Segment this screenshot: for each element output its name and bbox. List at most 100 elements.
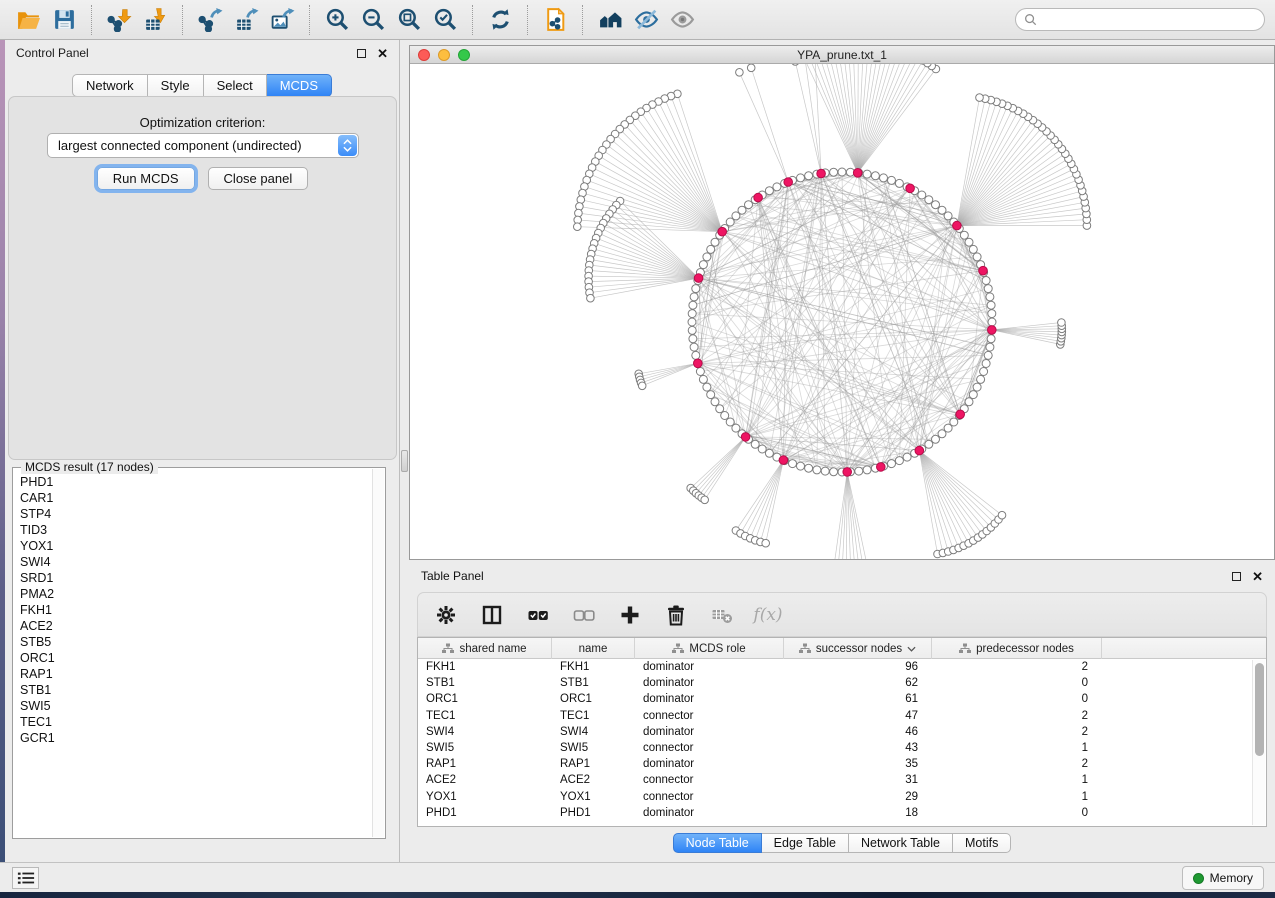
tab-motifs[interactable]: Motifs — [953, 833, 1011, 853]
table-cell: 47 — [784, 710, 932, 722]
select-all-icon — [526, 603, 550, 627]
table-close-panel-icon[interactable]: ✕ — [1252, 572, 1263, 581]
criterion-select-value: largest connected component (undirected) — [58, 138, 302, 153]
settings-button[interactable] — [430, 599, 462, 631]
status-bar: Memory — [0, 862, 1275, 892]
toolbar-separator — [91, 5, 92, 35]
column-header-predecessor-nodes[interactable]: predecessor nodes — [932, 638, 1102, 659]
column-header-shared-name[interactable]: shared name — [418, 638, 552, 659]
network-from-document-icon — [543, 7, 568, 32]
float-panel-icon[interactable] — [357, 49, 366, 58]
tab-edge-table[interactable]: Edge Table — [762, 833, 849, 853]
task-history-button[interactable] — [12, 867, 39, 889]
show-all-button[interactable] — [664, 3, 700, 37]
mcds-result-item[interactable]: STP4 — [20, 506, 371, 522]
zoom-out-button[interactable] — [355, 3, 391, 37]
export-image-button[interactable] — [264, 3, 300, 37]
split-view-button[interactable] — [476, 599, 508, 631]
table-row[interactable]: ACE2ACE2connector311 — [418, 772, 1266, 788]
mcds-result-item[interactable]: CAR1 — [20, 490, 371, 506]
splitter-grip[interactable] — [401, 450, 408, 472]
table-row[interactable]: SWI4SWI4dominator462 — [418, 724, 1266, 740]
table-cell: STB1 — [552, 677, 635, 689]
deselect-all-button[interactable] — [568, 599, 600, 631]
open-button[interactable] — [10, 3, 46, 37]
mcds-result-item[interactable]: PMA2 — [20, 586, 371, 602]
criterion-select[interactable]: largest connected component (undirected) — [47, 133, 359, 158]
table-row[interactable]: RAP1RAP1dominator352 — [418, 756, 1266, 772]
mcds-result-item[interactable]: ORC1 — [20, 650, 371, 666]
select-all-button[interactable] — [522, 599, 554, 631]
delete-entry-button[interactable] — [660, 599, 692, 631]
control-panel-tabs: NetworkStyleSelectMCDS — [5, 74, 399, 97]
mcds-result-list: PHD1CAR1STP4TID3YOX1SWI4SRD1PMA2FKH1ACE2… — [14, 474, 371, 837]
memory-button[interactable]: Memory — [1182, 866, 1264, 890]
table-cell: 46 — [784, 726, 932, 738]
table-row[interactable]: ORC1ORC1dominator610 — [418, 691, 1266, 707]
mcds-result-item[interactable]: TID3 — [20, 522, 371, 538]
table-cell: 96 — [784, 661, 932, 673]
table-row[interactable]: TEC1TEC1connector472 — [418, 708, 1266, 724]
control-panel: Control Panel ✕ NetworkStyleSelectMCDS O… — [5, 40, 400, 862]
table-cell: ORC1 — [418, 693, 552, 705]
network-window-titlebar[interactable]: YPA_prune.txt_1 — [410, 46, 1274, 64]
hierarchy-icon — [959, 643, 971, 654]
table-row[interactable]: PHD1PHD1dominator180 — [418, 805, 1266, 821]
mcds-result-item[interactable]: SWI4 — [20, 554, 371, 570]
refresh-button[interactable] — [482, 3, 518, 37]
hide-selected-button[interactable] — [628, 3, 664, 37]
table-scrollbar-thumb[interactable] — [1255, 663, 1264, 756]
save-button[interactable] — [46, 3, 82, 37]
tab-mcds[interactable]: MCDS — [267, 74, 332, 97]
table-float-panel-icon[interactable] — [1232, 572, 1241, 581]
control-panel-title: Control Panel — [16, 46, 89, 60]
close-panel-icon[interactable]: ✕ — [377, 49, 388, 58]
add-entry-button[interactable] — [614, 599, 646, 631]
mcds-result-item[interactable]: ACE2 — [20, 618, 371, 634]
mcds-result-item[interactable]: TEC1 — [20, 714, 371, 730]
column-header-MCDS-role[interactable]: MCDS role — [635, 638, 784, 659]
zoom-fit-button[interactable] — [391, 3, 427, 37]
zoom-in-button[interactable] — [319, 3, 355, 37]
table-cell: YOX1 — [418, 791, 552, 803]
mcds-result-item[interactable]: SRD1 — [20, 570, 371, 586]
close-panel-button[interactable]: Close panel — [208, 167, 309, 190]
tab-style[interactable]: Style — [148, 74, 204, 97]
table-scrollbar[interactable] — [1252, 660, 1265, 825]
network-from-document-button[interactable] — [537, 3, 573, 37]
mcds-result-item[interactable]: RAP1 — [20, 666, 371, 682]
zoom-selected-button[interactable] — [427, 3, 463, 37]
toolbar-separator — [527, 5, 528, 35]
mcds-result-item[interactable]: SWI5 — [20, 698, 371, 714]
tab-network[interactable]: Network — [72, 74, 148, 97]
import-network-button[interactable] — [101, 3, 137, 37]
tab-network-table[interactable]: Network Table — [849, 833, 953, 853]
table-row[interactable]: FKH1FKH1dominator962 — [418, 659, 1266, 675]
mcds-result-item[interactable]: PHD1 — [20, 474, 371, 490]
column-header-name[interactable]: name — [552, 638, 635, 659]
tab-select[interactable]: Select — [204, 74, 267, 97]
table-cell: 43 — [784, 742, 932, 754]
mcds-result-item[interactable]: STB5 — [20, 634, 371, 650]
table-row[interactable]: STB1STB1dominator620 — [418, 675, 1266, 691]
table-row[interactable]: YOX1YOX1connector291 — [418, 789, 1266, 805]
export-network-button[interactable] — [192, 3, 228, 37]
mcds-result-item[interactable]: STB1 — [20, 682, 371, 698]
table-cell: TEC1 — [552, 710, 635, 722]
network-canvas[interactable] — [410, 64, 1274, 559]
table-cell: 2 — [932, 726, 1102, 738]
export-table-button[interactable] — [228, 3, 264, 37]
first-neighbors-button[interactable] — [592, 3, 628, 37]
mcds-result-item[interactable]: FKH1 — [20, 602, 371, 618]
vertical-splitter[interactable] — [400, 40, 409, 862]
table-cell: 1 — [932, 774, 1102, 786]
table-row[interactable]: SWI5SWI5connector431 — [418, 740, 1266, 756]
run-mcds-button[interactable]: Run MCDS — [97, 167, 195, 190]
column-header-successor-nodes[interactable]: successor nodes — [784, 638, 932, 659]
mcds-result-item[interactable]: YOX1 — [20, 538, 371, 554]
mcds-result-item[interactable]: GCR1 — [20, 730, 371, 746]
tab-node-table[interactable]: Node Table — [673, 833, 762, 853]
search-input[interactable] — [1042, 12, 1256, 28]
import-table-button[interactable] — [137, 3, 173, 37]
mcds-list-scrollbar[interactable] — [372, 469, 384, 837]
